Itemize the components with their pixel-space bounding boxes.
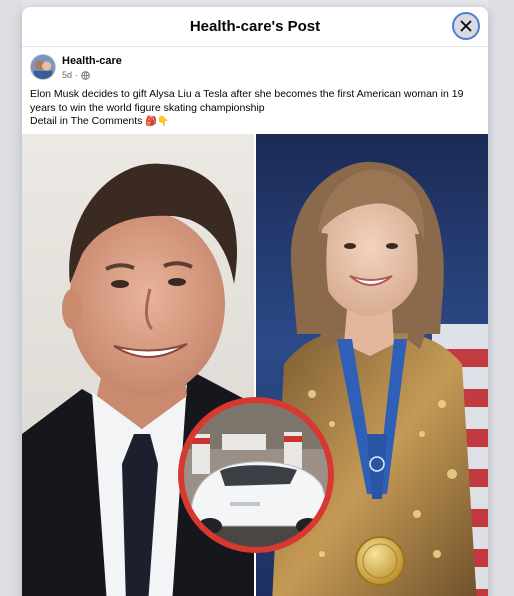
meta-separator: · (75, 70, 79, 80)
post-time[interactable]: 5d (62, 70, 72, 80)
post-photo-collage (22, 134, 488, 596)
post-text-detail: Detail in The Comments (30, 115, 143, 127)
close-icon (460, 20, 472, 32)
post-dialog: Health-care's Post Health-care 5d · Elon… (22, 7, 488, 596)
dialog-header: Health-care's Post (22, 7, 488, 47)
avatar[interactable] (30, 54, 56, 80)
post-text-body: Elon Musk decides to gift Alysa Liu a Te… (30, 88, 464, 114)
post-text-cta: Detail in The Comments 🎒👇 (30, 115, 480, 129)
post-text: Elon Musk decides to gift Alysa Liu a Te… (30, 88, 480, 129)
post-image[interactable] (22, 134, 488, 596)
backdrop-left (0, 0, 22, 596)
post-text-emoji: 🎒👇 (145, 116, 170, 127)
dialog-title: Health-care's Post (189, 18, 321, 35)
post-header: Health-care 5d · (22, 47, 488, 87)
globe-icon (81, 70, 90, 80)
close-button[interactable] (452, 12, 480, 40)
post-author-name[interactable]: Health-care (62, 55, 122, 67)
backdrop-right (488, 0, 514, 596)
avatar-image (31, 55, 55, 79)
post-meta: 5d · (62, 70, 90, 80)
